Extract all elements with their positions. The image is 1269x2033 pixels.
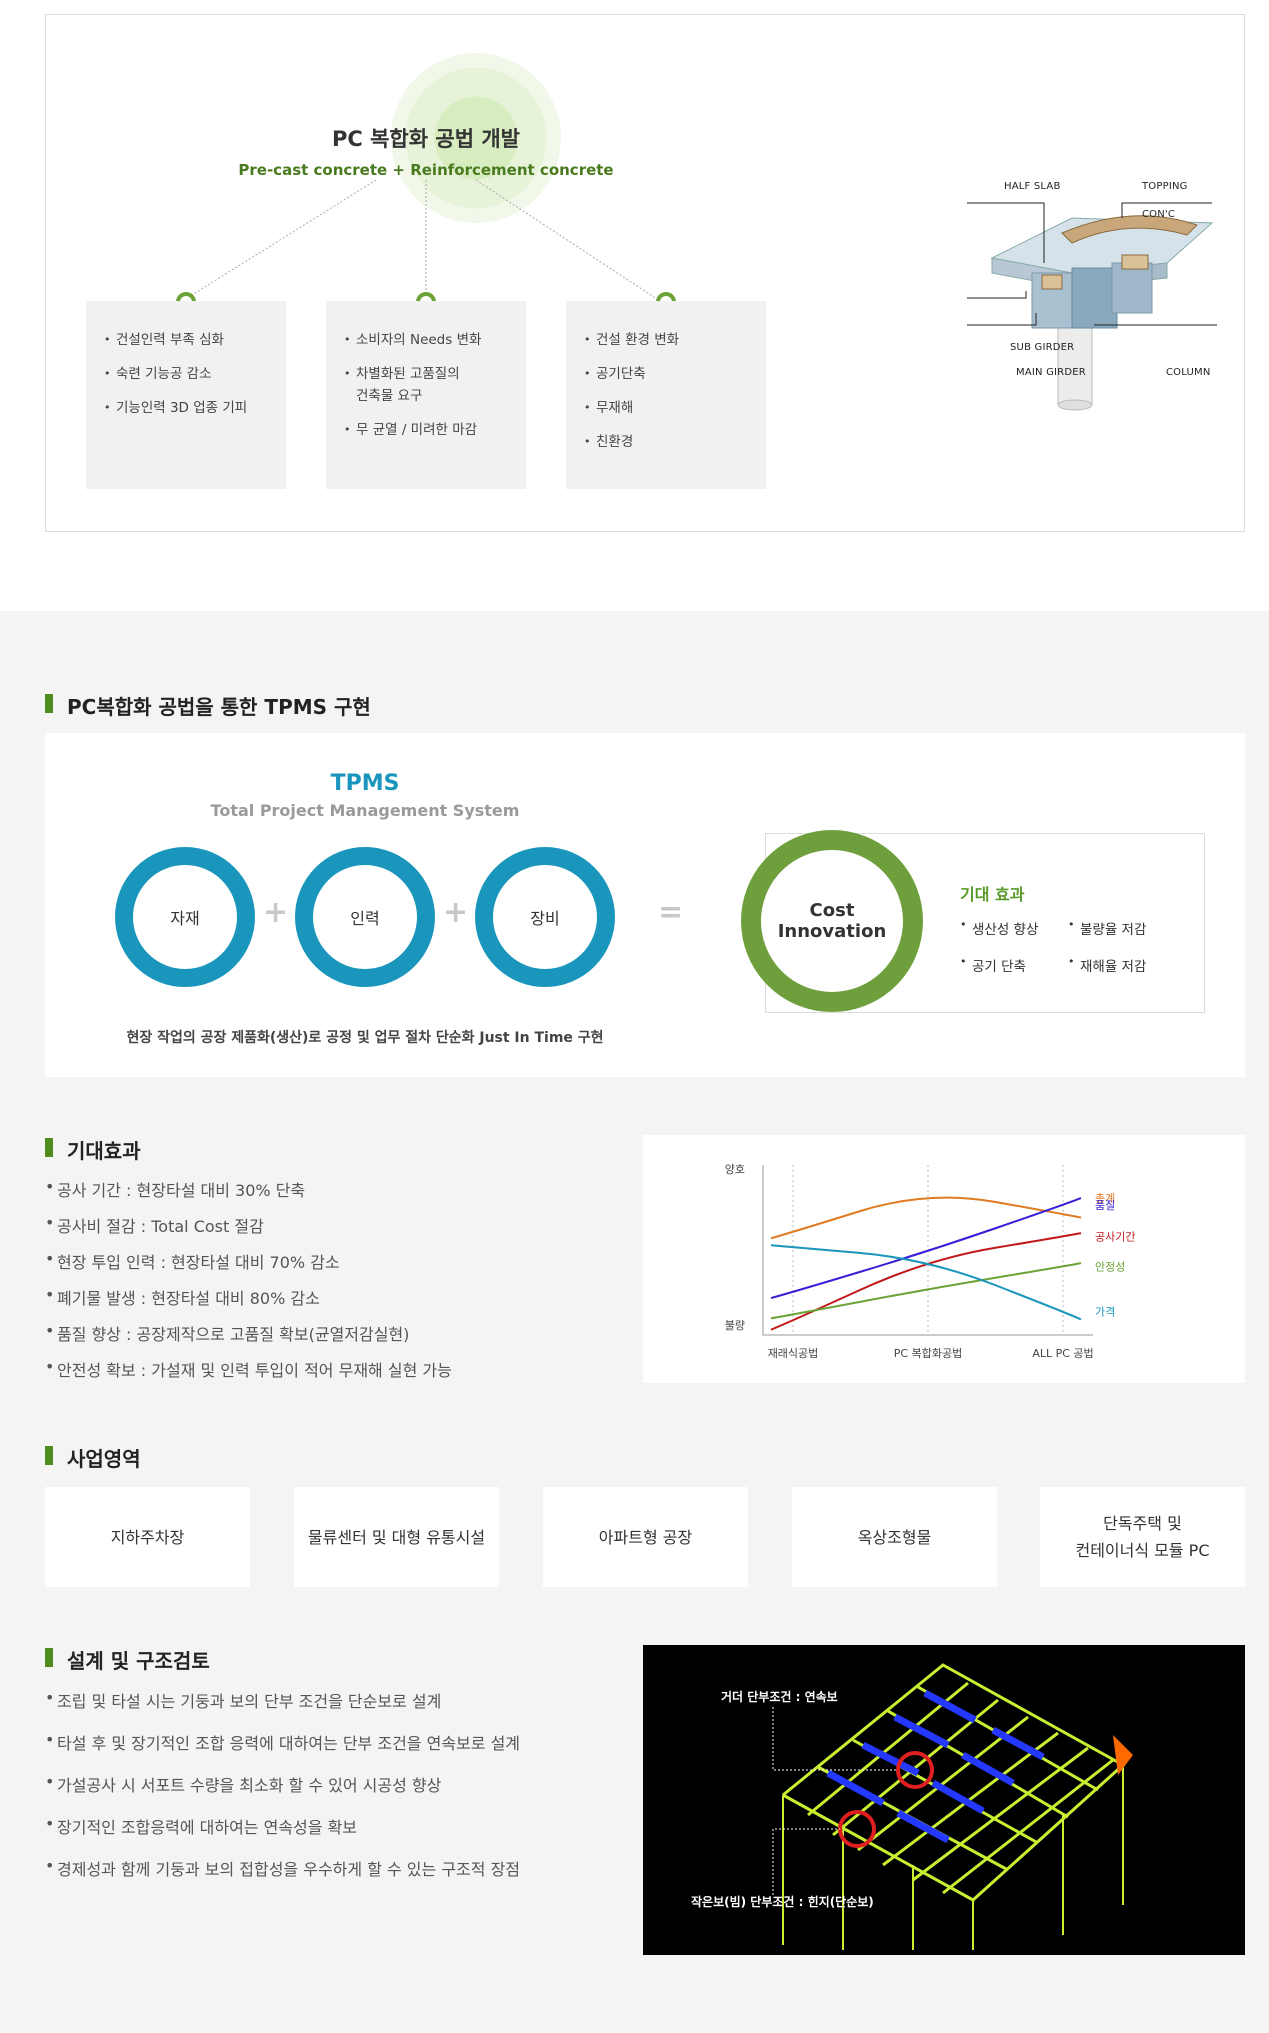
business-item: 지하주차장 <box>45 1487 250 1587</box>
content-section: PC복합화 공법을 통한 TPMS 구현 TPMS Total Project … <box>0 611 1269 2033</box>
main-girder-label: MAIN GIRDER <box>1016 367 1086 378</box>
list-item: 경제성과 함께 기둥과 보의 접합성을 우수하게 할 수 있는 구조적 장점 <box>45 1856 520 1880</box>
business-item: 아파트형 공장 <box>543 1487 748 1587</box>
beam-end-condition-label: 작은보(빔) 단부조건 : 힌지(단순보) <box>691 1895 874 1909</box>
list-item: 안전성 확보 : 가설재 및 인력 투입이 적어 무재해 실현 가능 <box>45 1357 452 1381</box>
expected-section-title: 기대효과 <box>45 1135 141 1164</box>
business-item: 단독주택 및 컨테이너식 모듈 PC <box>1040 1487 1245 1587</box>
tpms-panel: TPMS Total Project Management System 자재 … <box>45 733 1245 1077</box>
column-label: COLUMN <box>1166 367 1211 378</box>
effect-item: 불량율 저감 <box>1068 918 1146 938</box>
page-subtitle: Pre-cast concrete + Reinforcement concre… <box>238 161 614 179</box>
card-item: 무 균열 / 미려한 마감 <box>344 419 508 441</box>
effect-title: 기대 효과 <box>960 885 1025 904</box>
business-item: 물류센터 및 대형 유통시설 <box>294 1487 499 1587</box>
innovation-label: Innovation <box>777 921 887 942</box>
chart-y-bottom-label: 불량 <box>725 1319 745 1332</box>
list-item: 장기적인 조합응력에 대하여는 연속성을 확보 <box>45 1814 520 1838</box>
card-item: 기능인력 3D 업종 기피 <box>104 397 268 419</box>
list-item: 공사 기간 : 현장타설 대비 30% 단축 <box>45 1177 452 1201</box>
equals-icon: = <box>658 895 684 930</box>
chart-x-tick-label: 재래식공법 <box>768 1347 819 1360</box>
business-item: 옥상조형물 <box>792 1487 997 1587</box>
cost-label: Cost <box>809 900 855 921</box>
chart-y-top-label: 양호 <box>725 1163 745 1176</box>
card-item: 건설인력 부족 심화 <box>104 329 268 351</box>
effect-chart: 재래식공법 PC 복합화공법 ALL PC 공법 양호 불량 총계 품질 공사기간 안정성 가격 <box>643 1135 1245 1383</box>
card-item: 친환경 <box>584 431 748 453</box>
reason-card-labor: 건설인력 부족 심화 숙련 기능공 감소 기능인력 3D 업종 기피 <box>86 301 286 489</box>
card-item: 건설 환경 변화 <box>584 329 748 351</box>
sub-girder-label: SUB GIRDER <box>1010 342 1075 353</box>
girder-end-condition-label: 거더 단부조건 : 연속보 <box>721 1690 838 1704</box>
chart-series-line <box>770 1196 1082 1240</box>
card-item: 무재해 <box>584 397 748 419</box>
chart-x-tick-label: ALL PC 공법 <box>1032 1347 1093 1360</box>
card-item: 숙련 기능공 감소 <box>104 363 268 385</box>
page-title: PC 복합화 공법 개발 <box>332 127 520 151</box>
structural-analysis-image: 거더 단부조건 : 연속보 작은보(빔) 단부조건 : 힌지(단순보) <box>643 1645 1245 1955</box>
tpms-subtitle: Total Project Management System <box>210 801 520 820</box>
card-item: 공기단축 <box>584 363 748 385</box>
chart-series-line <box>770 1262 1082 1320</box>
list-item: 타설 후 및 장기적인 조합 응력에 대하여는 단부 조건을 연속보로 설계 <box>45 1730 520 1754</box>
chart-series-label: 가격 <box>1095 1306 1115 1319</box>
cost-innovation-ring: Cost Innovation <box>741 830 923 1012</box>
chart-x-tick-label: PC 복합화공법 <box>894 1347 962 1360</box>
design-list: 조립 및 타설 시는 기둥과 보의 단부 조건을 단순보로 설계 타설 후 및 … <box>45 1688 520 1880</box>
tpms-section-title: PC복합화 공법을 통한 TPMS 구현 <box>45 691 371 720</box>
tpms-caption: 현장 작업의 공장 제품화(생산)로 공정 및 업무 절차 단순화 Just I… <box>126 1030 604 1046</box>
plus-icon: + <box>263 895 289 930</box>
business-section-title: 사업영역 <box>45 1443 141 1472</box>
list-item: 가설공사 시 서포트 수량을 최소화 할 수 있어 시공성 향상 <box>45 1772 520 1796</box>
effect-item: 생산성 향상 <box>960 918 1038 938</box>
ring-labor: 인력 <box>295 847 435 987</box>
effect-item: 공기 단축 <box>960 955 1026 975</box>
effect-item: 재해율 저감 <box>1068 955 1146 975</box>
list-item: 품질 향상 : 공장제작으로 고품질 확보(균열저감실현) <box>45 1321 452 1345</box>
reason-card-needs: 소비자의 Needs 변화 차별화된 고품질의 건축물 요구 무 균열 / 미려… <box>326 301 526 489</box>
reason-card-environment: 건설 환경 변화 공기단축 무재해 친환경 <box>566 301 766 489</box>
half-slab-label: HALF SLAB <box>1004 181 1061 192</box>
ring-equipment: 장비 <box>475 847 615 987</box>
list-item: 공사비 절감 : Total Cost 절감 <box>45 1213 452 1237</box>
expected-list: 공사 기간 : 현장타설 대비 30% 단축 공사비 절감 : Total Co… <box>45 1177 452 1381</box>
plus-icon: + <box>443 895 469 930</box>
list-item: 조립 및 타설 시는 기둥과 보의 단부 조건을 단순보로 설계 <box>45 1688 520 1712</box>
chart-series-label: 안정성 <box>1095 1261 1125 1274</box>
pc-structure-diagram: HALF SLAB TOPPING CON'C SUB GIRDER MAIN … <box>962 163 1222 413</box>
chart-series-label: 공사기간 <box>1095 1231 1135 1244</box>
ring-material: 자재 <box>115 847 255 987</box>
chart-series-line <box>770 1232 1082 1331</box>
topping-label: TOPPING <box>1142 181 1188 192</box>
tpms-title: TPMS <box>330 771 400 796</box>
effect-chart-svg: 재래식공법 PC 복합화공법 ALL PC 공법양호불량총계품질공사기간안정성가격 <box>725 1163 1136 1360</box>
chart-series-line <box>770 1197 1082 1300</box>
conc-label: CON'C <box>1142 209 1176 220</box>
card-item: 소비자의 Needs 변화 <box>344 329 508 351</box>
pc-development-panel: PC 복합화 공법 개발 Pre-cast concrete + Reinfor… <box>45 14 1245 532</box>
design-section-title: 설계 및 구조검토 <box>45 1645 210 1674</box>
chart-series-label: 품질 <box>1095 1199 1115 1212</box>
list-item: 폐기물 발생 : 현장타설 대비 80% 감소 <box>45 1285 452 1309</box>
list-item: 현장 투입 인력 : 현장타설 대비 70% 감소 <box>45 1249 452 1273</box>
card-item: 차별화된 고품질의 건축물 요구 <box>344 363 508 407</box>
